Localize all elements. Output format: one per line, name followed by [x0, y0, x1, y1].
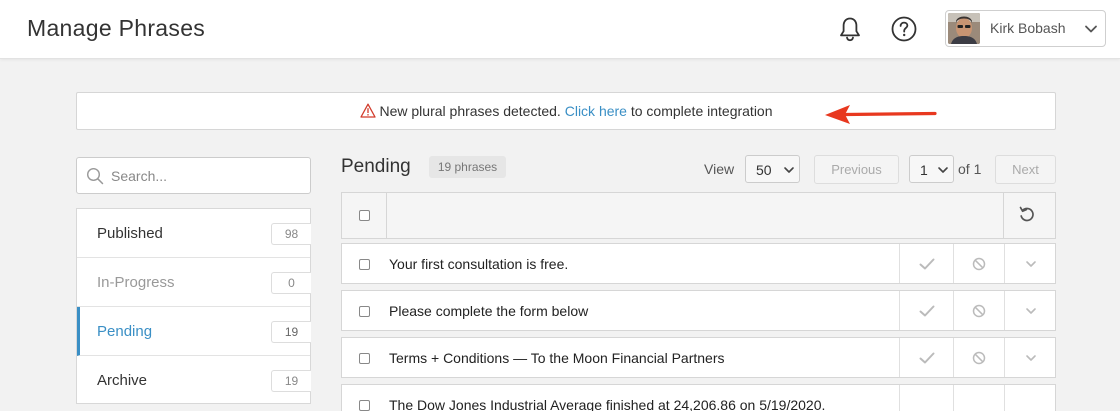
- chevron-down-icon: [784, 167, 794, 173]
- page-title: Manage Phrases: [27, 15, 206, 41]
- previous-button[interactable]: Previous: [814, 155, 899, 184]
- table-row: Please complete the form below: [341, 290, 1056, 331]
- sidebar-item-in-progress[interactable]: In-Progress 0: [77, 258, 311, 307]
- row-menu-button[interactable]: [1004, 338, 1056, 377]
- page-select[interactable]: 1: [909, 155, 954, 183]
- alert-text-after: to complete integration: [630, 103, 773, 119]
- arrow-annotation: [825, 105, 937, 124]
- reject-button[interactable]: [953, 338, 1004, 377]
- count-badge: 19: [271, 321, 311, 343]
- check-icon: [919, 305, 934, 316]
- chevron-down-icon: [1025, 260, 1036, 267]
- reject-button[interactable]: [953, 291, 1004, 330]
- user-menu[interactable]: Kirk Bobash: [945, 10, 1106, 47]
- approve-button[interactable]: [899, 385, 953, 411]
- count-badge: 19: [271, 370, 311, 392]
- chevron-down-icon[interactable]: [1084, 22, 1098, 36]
- avatar: [948, 13, 980, 44]
- count-badge: 98: [271, 223, 311, 245]
- row-checkbox[interactable]: [359, 259, 370, 270]
- select-all-cell: [342, 193, 387, 238]
- phrase-text: The Dow Jones Industrial Average finishe…: [389, 397, 826, 411]
- page-value: 1: [920, 162, 928, 178]
- table-row: The Dow Jones Industrial Average finishe…: [341, 384, 1056, 411]
- sidebar-item-label: Published: [97, 225, 163, 242]
- header-blank-cell: [387, 193, 1004, 238]
- row-menu-button[interactable]: [1004, 385, 1056, 411]
- count-badge: 0: [271, 272, 311, 294]
- view-label: View: [704, 161, 735, 177]
- sidebar-item-published[interactable]: Published 98: [77, 209, 311, 258]
- chevron-down-icon: [1025, 307, 1036, 314]
- row-menu-button[interactable]: [1004, 291, 1056, 330]
- bell-icon[interactable]: [836, 15, 864, 43]
- phrase-text: Please complete the form below: [389, 303, 589, 319]
- search-box[interactable]: [76, 157, 311, 194]
- page-size-value: 50: [756, 162, 772, 178]
- phrase-count-badge: 19 phrases: [429, 156, 506, 178]
- check-icon: [919, 352, 934, 363]
- alert-link[interactable]: Click here: [565, 103, 627, 119]
- phrase-text: Your first consultation is free.: [389, 256, 569, 272]
- row-checkbox[interactable]: [359, 353, 370, 364]
- table-row: Your first consultation is free.: [341, 243, 1056, 284]
- block-icon: [972, 257, 986, 270]
- table-row: Terms + Conditions — To the Moon Financi…: [341, 337, 1056, 378]
- table-header: [341, 192, 1056, 239]
- block-icon: [972, 351, 986, 364]
- next-button[interactable]: Next: [995, 155, 1056, 184]
- row-menu-button[interactable]: [1004, 244, 1056, 283]
- select-all-checkbox[interactable]: [359, 210, 370, 221]
- user-name: Kirk Bobash: [990, 20, 1066, 36]
- search-icon: [86, 167, 104, 185]
- phrase-text: Terms + Conditions — To the Moon Financi…: [389, 350, 725, 366]
- reject-button[interactable]: [953, 385, 1004, 411]
- chevron-down-icon: [938, 167, 948, 173]
- sidebar-item-pending[interactable]: Pending 19: [77, 307, 311, 356]
- row-checkbox[interactable]: [359, 400, 370, 411]
- warning-icon: [359, 103, 376, 118]
- page-size-select[interactable]: 50: [745, 155, 800, 183]
- block-icon: [972, 304, 986, 317]
- sidebar-item-label: In-Progress: [97, 274, 175, 291]
- approve-button[interactable]: [899, 338, 953, 377]
- status-nav: Published 98 In-Progress 0 Pending 19 Ar…: [76, 208, 311, 404]
- sidebar-item-label: Pending: [97, 323, 153, 340]
- sidebar-item-archive[interactable]: Archive 19: [77, 356, 311, 405]
- approve-button[interactable]: [899, 244, 953, 283]
- check-icon: [919, 258, 934, 269]
- approve-button[interactable]: [899, 291, 953, 330]
- reject-button[interactable]: [953, 244, 1004, 283]
- help-icon[interactable]: [890, 15, 918, 43]
- search-input[interactable]: [111, 159, 301, 192]
- row-checkbox[interactable]: [359, 306, 370, 317]
- chevron-down-icon: [1025, 354, 1036, 361]
- sidebar-item-label: Archive: [97, 372, 148, 389]
- section-title: Pending: [341, 156, 411, 177]
- alert-text: New plural phrases detected.: [379, 103, 561, 119]
- top-bar: Manage Phrases Kirk Bobash: [0, 0, 1120, 59]
- undo-icon[interactable]: [1018, 205, 1036, 223]
- page-total-label: of 1: [958, 161, 982, 177]
